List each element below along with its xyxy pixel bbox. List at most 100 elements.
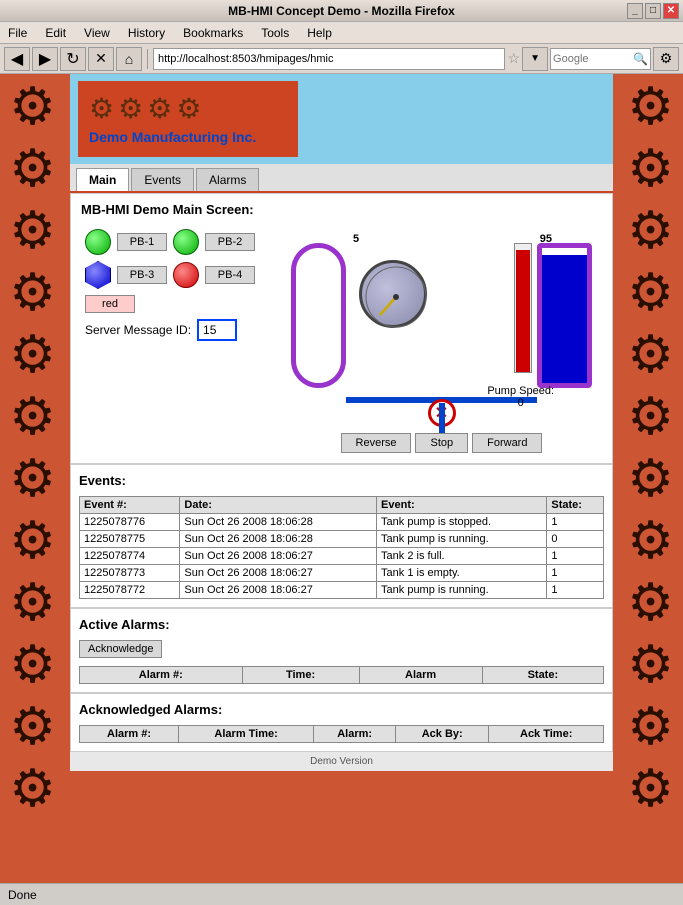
tab-events[interactable]: Events	[131, 168, 194, 191]
menu-help[interactable]: Help	[303, 24, 336, 42]
back-btn[interactable]: ◀	[4, 47, 30, 71]
stop-btn[interactable]: ✕	[88, 47, 114, 71]
search-box: 🔍	[550, 48, 651, 70]
btn-row-2: PB-3 PB-4	[85, 261, 277, 289]
indicator-pb2	[173, 229, 199, 255]
events-col-state: State:	[547, 497, 604, 514]
tank-right-fill	[542, 255, 587, 383]
gauge-face	[359, 260, 427, 328]
menu-file[interactable]: File	[4, 24, 31, 42]
pb2-button[interactable]: PB-2	[205, 233, 255, 251]
version-text: Demo Version	[310, 756, 373, 767]
pump-speed-label: Pump Speed: 0	[487, 385, 554, 409]
settings-btn[interactable]: ⚙	[653, 47, 679, 71]
event-desc: Tank 2 is full.	[377, 548, 547, 565]
gear-icon-l2: ⚙	[4, 140, 62, 198]
menu-edit[interactable]: Edit	[41, 24, 70, 42]
gear-icon-r12: ⚙	[622, 760, 680, 818]
active-alarms-section: Active Alarms: Acknowledge Alarm #: Time…	[70, 608, 613, 693]
pb1-button[interactable]: PB-1	[117, 233, 167, 251]
menu-bookmarks[interactable]: Bookmarks	[179, 24, 247, 42]
event-row: 1225078773 Sun Oct 26 2008 18:06:27 Tank…	[80, 565, 604, 582]
event-state: 1	[547, 514, 604, 531]
gear-icon-r5: ⚙	[622, 326, 680, 384]
close-btn[interactable]: ✕	[663, 3, 679, 19]
forward-btn[interactable]: ▶	[32, 47, 58, 71]
status-display: red	[85, 295, 135, 313]
tab-main[interactable]: Main	[76, 168, 129, 191]
action-buttons: Reverse Stop Forward	[291, 433, 592, 453]
menu-history[interactable]: History	[124, 24, 169, 42]
event-date: Sun Oct 26 2008 18:06:28	[180, 514, 377, 531]
forward-btn[interactable]: Forward	[472, 433, 542, 453]
main-panel: ⚙ ⚙ ⚙ ⚙ Demo Manufacturing Inc. Main Eve…	[70, 74, 613, 771]
alarm-col-state: State:	[482, 667, 603, 684]
main-section: MB-HMI Demo Main Screen: PB-1 PB-2 PB-3 …	[70, 193, 613, 464]
event-date: Sun Oct 26 2008 18:06:27	[180, 548, 377, 565]
header-area: ⚙ ⚙ ⚙ ⚙ Demo Manufacturing Inc.	[70, 74, 613, 164]
event-row: 1225078772 Sun Oct 26 2008 18:06:27 Tank…	[80, 582, 604, 599]
ack-col-by: Ack By:	[396, 726, 489, 743]
gauge-svg	[362, 263, 430, 331]
gear-icon-r8: ⚙	[622, 512, 680, 570]
msg-row: Server Message ID:	[85, 319, 277, 341]
thermo-container	[514, 243, 532, 373]
indicator-pb4	[173, 262, 199, 288]
gear-icon-l10: ⚙	[4, 636, 62, 694]
menu-view[interactable]: View	[80, 24, 114, 42]
status-bar: Done	[0, 883, 683, 905]
ack-col-time: Alarm Time:	[179, 726, 314, 743]
search-icon[interactable]: 🔍	[633, 52, 648, 66]
alarm-header-row: Alarm #: Time: Alarm State:	[80, 667, 604, 684]
logo-gear3: ⚙	[147, 92, 172, 125]
url-input[interactable]	[153, 48, 505, 70]
ack-alarm-header-row: Alarm #: Alarm Time: Alarm: Ack By: Ack …	[80, 726, 604, 743]
acknowledge-btn[interactable]: Acknowledge	[79, 640, 162, 658]
menu-tools[interactable]: Tools	[257, 24, 293, 42]
ack-alarms-section: Acknowledged Alarms: Alarm #: Alarm Time…	[70, 693, 613, 752]
logo-box: ⚙ ⚙ ⚙ ⚙ Demo Manufacturing Inc.	[78, 81, 298, 157]
event-state: 1	[547, 565, 604, 582]
tank-left-fill	[296, 376, 341, 383]
home-btn[interactable]: ⌂	[116, 47, 142, 71]
gear-icon-l4: ⚙	[4, 264, 62, 322]
indicator-pb3	[85, 261, 111, 289]
tab-alarms[interactable]: Alarms	[196, 168, 259, 191]
gear-icon-l12: ⚙	[4, 760, 62, 818]
window-title: MB-HMI Concept Demo - Mozilla Firefox	[228, 4, 455, 18]
stop-btn[interactable]: Stop	[415, 433, 468, 453]
indicator-pb1	[85, 229, 111, 255]
nav-tabs: Main Events Alarms	[70, 164, 613, 193]
minimize-btn[interactable]: _	[627, 3, 643, 19]
pb4-button[interactable]: PB-4	[205, 266, 255, 284]
event-desc: Tank pump is running.	[377, 531, 547, 548]
event-id: 1225078773	[80, 565, 180, 582]
gear-icon-r1: ⚙	[622, 78, 680, 136]
event-id: 1225078774	[80, 548, 180, 565]
btn-row-1: PB-1 PB-2	[85, 229, 277, 255]
event-id: 1225078776	[80, 514, 180, 531]
search-input[interactable]	[553, 53, 633, 65]
reverse-btn[interactable]: Reverse	[341, 433, 412, 453]
gear-icon-l5: ⚙	[4, 326, 62, 384]
maximize-btn[interactable]: □	[645, 3, 661, 19]
event-state: 1	[547, 582, 604, 599]
pb3-button[interactable]: PB-3	[117, 266, 167, 284]
event-id: 1225078775	[80, 531, 180, 548]
gear-icon-r7: ⚙	[622, 450, 680, 508]
gear-icon-r11: ⚙	[622, 698, 680, 756]
version-bar: Demo Version	[70, 752, 613, 771]
reload-btn[interactable]: ↻	[60, 47, 86, 71]
event-desc: Tank 1 is empty.	[377, 565, 547, 582]
events-col-event: Event:	[377, 497, 547, 514]
url-dropdown[interactable]: ▼	[522, 47, 548, 71]
msg-input[interactable]	[197, 319, 237, 341]
bookmark-star[interactable]: ☆	[507, 50, 520, 67]
alarm-col-time: Time:	[242, 667, 359, 684]
events-header-row: Event #: Date: Event: State:	[80, 497, 604, 514]
event-date: Sun Oct 26 2008 18:06:28	[180, 531, 377, 548]
window-controls: _ □ ✕	[627, 3, 679, 19]
gears-right: ⚙ ⚙ ⚙ ⚙ ⚙ ⚙ ⚙ ⚙ ⚙ ⚙ ⚙ ⚙	[618, 74, 683, 883]
active-alarms-title: Active Alarms:	[79, 617, 604, 632]
gear-icon-r4: ⚙	[622, 264, 680, 322]
